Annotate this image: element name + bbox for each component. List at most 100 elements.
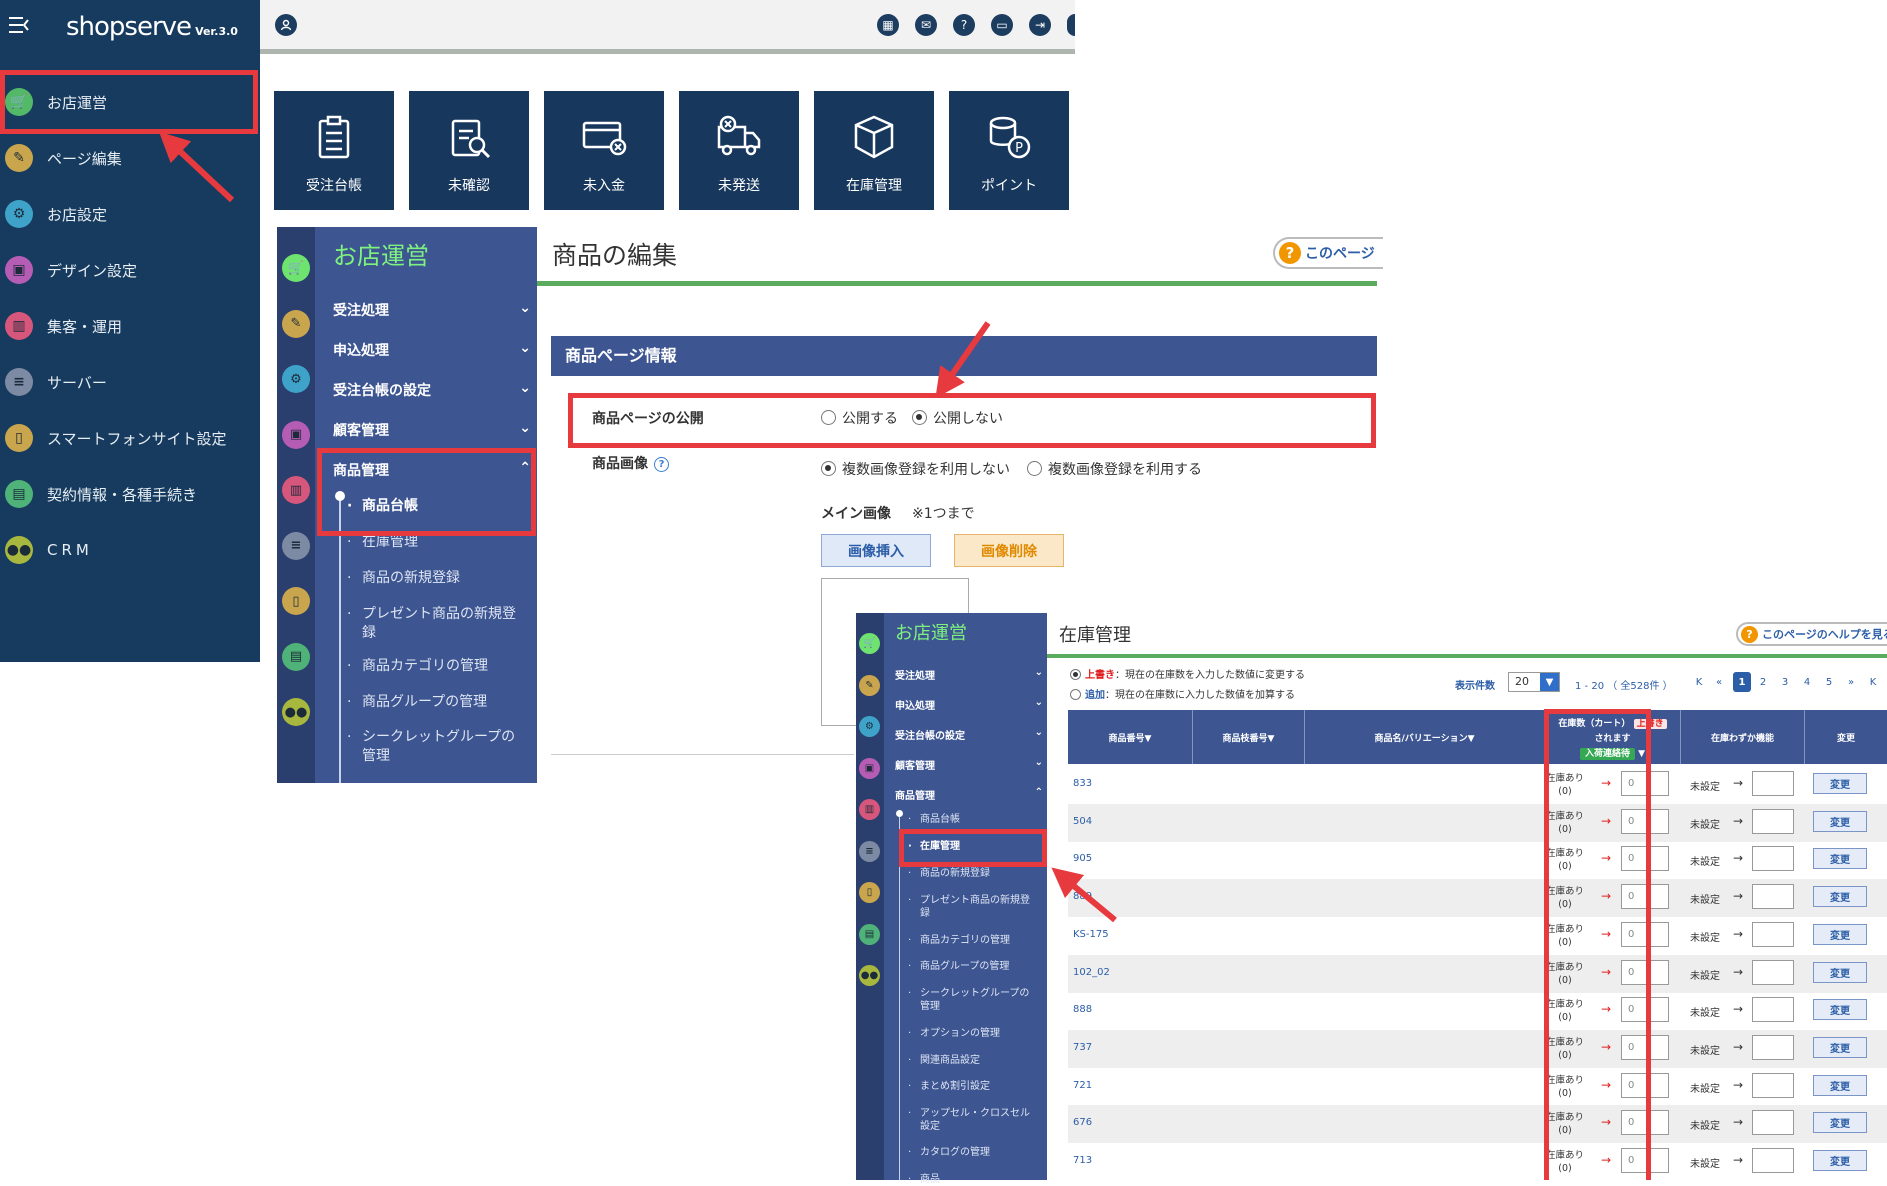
submenu-item-5[interactable]: · 商品グループの管理 <box>908 960 1042 973</box>
smartphone-icon[interactable]: ▯ <box>859 882 880 903</box>
low-stock-input[interactable] <box>1752 959 1794 985</box>
low-stock-input[interactable] <box>1752 1110 1794 1136</box>
change-button[interactable]: 変更 <box>1813 773 1867 794</box>
menu-item-3[interactable]: 顧客管理 ⌄ <box>333 420 531 440</box>
page-link-6[interactable]: 5 <box>1820 672 1838 692</box>
bar-chart-icon[interactable]: ▥ <box>282 476 310 504</box>
change-button[interactable]: 変更 <box>1813 1112 1867 1134</box>
stock-input[interactable]: 0 <box>1621 997 1669 1023</box>
menu-item-1[interactable]: 申込処理 ⌄ <box>333 340 531 360</box>
stock-input[interactable]: 0 <box>1621 959 1669 985</box>
stock-input[interactable]: 0 <box>1621 1110 1669 1136</box>
sidebar-item-7[interactable]: ▤ 契約情報・各種手続き <box>0 472 260 516</box>
clipboard-icon[interactable]: ▤ <box>859 923 880 945</box>
tile-0[interactable]: 受注台帳 <box>274 91 394 210</box>
more-icon[interactable] <box>1067 14 1075 36</box>
change-button[interactable]: 変更 <box>1813 886 1867 908</box>
radio-icon[interactable] <box>1070 689 1081 700</box>
insert-image-button[interactable]: 画像挿入 <box>821 534 931 567</box>
menu-item-4[interactable]: 商品管理 ⌃ <box>895 787 1043 802</box>
user-icon[interactable] <box>275 14 297 36</box>
tile-5[interactable]: P ポイント <box>949 91 1069 210</box>
col-stock-cart[interactable]: 在庫数（カート） 上書き されます 入荷連絡待 ▼ <box>1545 710 1681 764</box>
mail-icon[interactable]: ✉ <box>915 14 937 36</box>
submenu-item-0[interactable]: · 商品台帳 <box>347 497 532 516</box>
mode-overwrite[interactable]: 上書き：現在の在庫数を入力した数値に変更する <box>1070 666 1305 681</box>
submenu-item-2[interactable]: · 商品の新規登録 <box>347 569 532 588</box>
sidebar-item-1[interactable]: ✎ ページ編集 <box>0 136 260 180</box>
gear-icon[interactable]: ⚙ <box>282 365 310 393</box>
tile-2[interactable]: 未入金 <box>544 91 664 210</box>
change-button[interactable]: 変更 <box>1813 1074 1867 1096</box>
tile-1[interactable]: 未確認 <box>409 91 529 210</box>
sidebar-item-2[interactable]: ⚙ お店設定 <box>0 192 260 236</box>
page-link-1[interactable]: « <box>1710 672 1728 692</box>
product-number-link[interactable]: 737 <box>1073 1042 1092 1053</box>
sidebar-item-5[interactable]: ≡ サーバー <box>0 360 260 404</box>
sidebar-item-4[interactable]: ▥ 集客・運用 <box>0 304 260 348</box>
product-number-link[interactable]: KS-175 <box>1073 929 1109 940</box>
page-link-8[interactable]: K <box>1864 672 1882 692</box>
page-link-5[interactable]: 4 <box>1798 672 1816 692</box>
submenu-item-4[interactable]: · 商品カテゴリの管理 <box>908 934 1042 947</box>
publish-option-no[interactable]: 公開しない <box>912 408 1003 428</box>
stock-input[interactable]: 0 <box>1621 1148 1669 1173</box>
change-button[interactable]: 変更 <box>1813 923 1867 945</box>
people-icon[interactable]: ●● <box>859 965 880 986</box>
sidebar-item-6[interactable]: ▯ スマートフォンサイト設定 <box>0 416 260 460</box>
edit-icon[interactable]: ✎ <box>282 309 310 338</box>
radio-selected-icon[interactable] <box>821 461 836 476</box>
col-product-name[interactable]: 商品名/バリエーション▼ <box>1305 710 1545 764</box>
product-number-link[interactable]: 713 <box>1073 1155 1092 1166</box>
low-stock-input[interactable] <box>1752 997 1794 1023</box>
low-stock-input[interactable] <box>1752 1034 1794 1060</box>
change-button[interactable]: 変更 <box>1813 1150 1867 1171</box>
server-icon[interactable]: ≡ <box>282 531 310 560</box>
page-link-4[interactable]: 3 <box>1776 672 1794 692</box>
low-stock-input[interactable] <box>1752 884 1794 910</box>
change-button[interactable]: 変更 <box>1813 848 1867 870</box>
question-icon[interactable]: ? <box>654 457 669 472</box>
low-stock-input[interactable] <box>1752 808 1794 834</box>
submenu-item-8[interactable]: · 関連商品設定 <box>908 1054 1042 1067</box>
menu-item-2[interactable]: 受注台帳の設定 ⌄ <box>333 380 531 400</box>
menu-toggle-icon[interactable] <box>6 13 32 37</box>
submenu-item-1[interactable]: · 在庫管理 <box>908 840 1042 853</box>
chat-icon[interactable]: ▭ <box>991 14 1013 36</box>
change-button[interactable]: 変更 <box>1813 999 1867 1021</box>
low-stock-input[interactable] <box>1752 921 1794 947</box>
change-button[interactable]: 変更 <box>1813 1036 1867 1058</box>
help-icon[interactable]: ? <box>953 14 975 36</box>
low-stock-input[interactable] <box>1752 846 1794 872</box>
cart-icon[interactable]: 🛒 <box>859 633 880 654</box>
image-option-single[interactable]: 複数画像登録を利用しない <box>821 459 1010 479</box>
submenu-item-10[interactable]: · アップセル・クロスセル設定 <box>908 1107 1042 1133</box>
menu-item-3[interactable]: 顧客管理 ⌄ <box>895 757 1043 772</box>
stock-input[interactable]: 0 <box>1621 846 1669 872</box>
product-number-link[interactable]: 721 <box>1073 1080 1092 1091</box>
layout-icon[interactable]: ▣ <box>859 757 880 779</box>
submenu-item-3[interactable]: · プレゼント商品の新規登録 <box>908 894 1042 920</box>
submenu-item-6[interactable]: · シークレットグループの管理 <box>908 987 1042 1013</box>
cart-icon[interactable]: 🛒 <box>282 254 310 282</box>
submenu-item-2[interactable]: · 商品の新規登録 <box>908 867 1042 880</box>
product-number-link[interactable]: 889 <box>1073 891 1092 902</box>
low-stock-input[interactable] <box>1752 1148 1794 1173</box>
submenu-item-9[interactable]: · まとめ割引設定 <box>908 1080 1042 1093</box>
tile-3[interactable]: 未発送 <box>679 91 799 210</box>
product-number-link[interactable]: 833 <box>1073 778 1092 789</box>
radio-selected-icon[interactable] <box>1070 669 1081 680</box>
stock-input[interactable]: 0 <box>1621 921 1669 947</box>
product-number-link[interactable]: 888 <box>1073 1004 1092 1015</box>
radio-icon[interactable] <box>821 410 836 425</box>
menu-item-0[interactable]: 受注処理 ⌄ <box>333 300 531 320</box>
mode-add[interactable]: 追加：現在の在庫数に入力した数値を加算する <box>1070 686 1295 701</box>
store-icon[interactable]: ▦ <box>877 14 899 36</box>
change-button[interactable]: 変更 <box>1813 810 1867 832</box>
submenu-item-0[interactable]: · 商品台帳 <box>908 813 1042 826</box>
stock-input[interactable]: 0 <box>1621 808 1669 834</box>
server-icon[interactable]: ≡ <box>859 840 880 862</box>
col-branch-number[interactable]: 商品枝番号▼ <box>1193 710 1305 764</box>
smartphone-icon[interactable]: ▯ <box>282 587 310 615</box>
product-number-link[interactable]: 905 <box>1073 853 1092 864</box>
